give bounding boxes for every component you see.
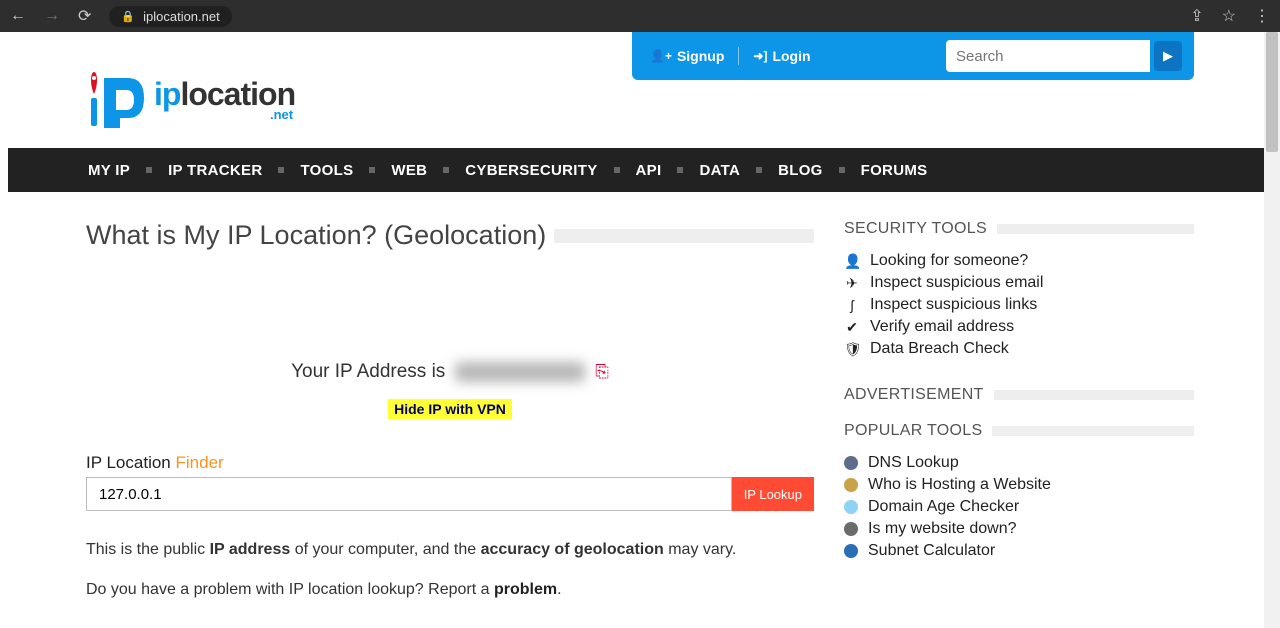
signup-link[interactable]: 👤+ Signup — [650, 48, 724, 64]
nav-api[interactable]: API — [636, 162, 662, 179]
login-label: Login — [772, 48, 810, 64]
separator — [738, 47, 739, 65]
hide-ip-vpn-link[interactable]: Hide IP with VPN — [388, 399, 512, 419]
lock-icon: 🔒 — [121, 10, 135, 23]
tool-dns-lookup[interactable]: DNS Lookup — [844, 452, 1194, 474]
copy-icon[interactable]: ⎘ — [595, 362, 609, 382]
tool-subnet-calc[interactable]: Subnet Calculator — [844, 540, 1194, 562]
tool-domain-age[interactable]: Domain Age Checker — [844, 496, 1194, 518]
advertisement-heading: ADVERTISEMENT — [844, 386, 1194, 404]
popular-tools-list: DNS Lookup Who is Hosting a Website Doma… — [844, 452, 1194, 562]
nav-web[interactable]: WEB — [391, 162, 427, 179]
main-nav: MY IP IP TRACKER TOOLS WEB CYBERSECURITY… — [8, 148, 1272, 192]
tool-inspect-links[interactable]: ʃInspect suspicious links — [844, 294, 1194, 316]
scrollbar[interactable]: ▴ — [1264, 32, 1280, 628]
nav-ip-tracker[interactable]: IP TRACKER — [168, 162, 262, 179]
nav-separator — [369, 167, 375, 173]
shield-icon: 🛡 — [844, 341, 860, 358]
tool-data-breach[interactable]: 🛡Data Breach Check — [844, 338, 1194, 360]
nav-tools[interactable]: TOOLS — [300, 162, 353, 179]
search-input[interactable] — [946, 40, 1150, 72]
login-icon: ➜] — [753, 49, 767, 63]
url-text: iplocation.net — [143, 9, 220, 24]
nav-separator — [278, 167, 284, 173]
ip-line: Your IP Address is ⎘ — [291, 361, 609, 383]
info-paragraph-2: Do you have a problem with IP location l… — [86, 581, 814, 599]
nav-forums[interactable]: FORUMS — [861, 162, 928, 179]
send-icon: ✈ — [844, 275, 860, 292]
security-tools-list: 👤Looking for someone? ✈Inspect suspiciou… — [844, 250, 1194, 360]
tool-inspect-email[interactable]: ✈Inspect suspicious email — [844, 272, 1194, 294]
nav-separator — [839, 167, 845, 173]
scrollbar-thumb[interactable] — [1266, 32, 1278, 152]
security-tools-heading: SECURITY TOOLS — [844, 220, 1194, 238]
signup-label: Signup — [677, 48, 724, 64]
tool-website-down[interactable]: Is my website down? — [844, 518, 1194, 540]
top-bar: 👤+ Signup ➜] Login ▶ — [632, 32, 1194, 80]
nav-separator — [677, 167, 683, 173]
hook-icon: ʃ — [844, 297, 860, 313]
star-icon[interactable]: ☆ — [1222, 6, 1236, 26]
reload-icon[interactable]: ⟳ — [78, 6, 91, 26]
dot-icon — [844, 478, 858, 492]
search-button[interactable]: ▶ — [1154, 41, 1182, 71]
nav-separator — [146, 167, 152, 173]
info-paragraph-1: This is the public IP address of your co… — [86, 541, 814, 559]
tool-verify-email[interactable]: ✔Verify email address — [844, 316, 1194, 338]
page: 👤+ Signup ➜] Login ▶ — [8, 32, 1272, 619]
share-icon[interactable]: ⇪ — [1190, 6, 1203, 26]
ip-lookup-button[interactable]: IP Lookup — [732, 477, 814, 511]
tool-looking-for-someone[interactable]: 👤Looking for someone? — [844, 250, 1194, 272]
finder-heading: IP Location Finder — [86, 453, 814, 473]
menu-icon[interactable]: ⋮ — [1254, 6, 1270, 26]
nav-separator — [756, 167, 762, 173]
sidebar: SECURITY TOOLS 👤Looking for someone? ✈In… — [844, 220, 1194, 599]
ip-label: Your IP Address is — [291, 361, 445, 383]
report-problem-link[interactable]: problem — [494, 581, 557, 598]
login-link[interactable]: ➜] Login — [753, 48, 810, 64]
nav-cybersecurity[interactable]: CYBERSECURITY — [465, 162, 597, 179]
ip-value-blurred — [455, 362, 585, 382]
nav-data[interactable]: DATA — [699, 162, 740, 179]
signup-icon: 👤+ — [650, 49, 672, 63]
forward-icon[interactable]: → — [44, 7, 60, 25]
nav-blog[interactable]: BLOG — [778, 162, 823, 179]
check-icon: ✔ — [844, 319, 860, 336]
back-icon[interactable]: ← — [10, 7, 26, 25]
popular-tools-heading: POPULAR TOOLS — [844, 422, 1194, 440]
person-icon: 👤 — [844, 253, 860, 270]
page-title: What is My IP Location? (Geolocation) — [86, 220, 814, 251]
address-bar[interactable]: 🔒 iplocation.net — [109, 6, 231, 27]
play-icon: ▶ — [1163, 48, 1173, 64]
browser-chrome: ← → ⟳ 🔒 iplocation.net ⇪ ☆ ⋮ — [0, 0, 1280, 32]
nav-separator — [614, 167, 620, 173]
tool-who-hosting[interactable]: Who is Hosting a Website — [844, 474, 1194, 496]
dot-icon — [844, 544, 858, 558]
dot-icon — [844, 456, 858, 470]
dot-icon — [844, 500, 858, 514]
nav-my-ip[interactable]: MY IP — [88, 162, 130, 179]
logo-icon — [86, 68, 148, 130]
nav-separator — [443, 167, 449, 173]
main-column: What is My IP Location? (Geolocation) Yo… — [86, 220, 814, 599]
ip-finder-input[interactable] — [86, 477, 732, 511]
dot-icon — [844, 522, 858, 536]
